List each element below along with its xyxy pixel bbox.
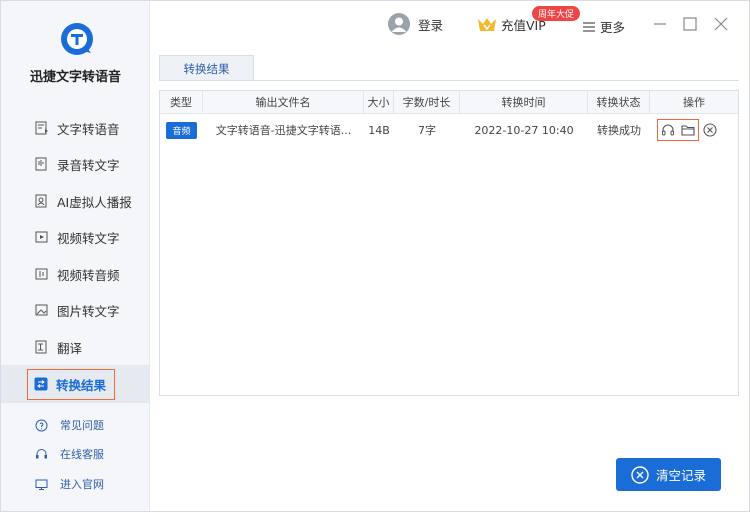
sidebar-item-label: AI虚拟人播报: [57, 194, 132, 210]
column-header-time: 转换时间: [460, 91, 588, 114]
app-window: 迅捷文字转语音 文字转语音 录音转文字 AI虚拟人播报 视频转文字 视频转音频 …: [0, 0, 750, 512]
maximize-icon[interactable]: [683, 17, 697, 31]
promo-badge: 周年大促: [532, 6, 581, 21]
table-row[interactable]: 音频 文字转语音-迅捷文字转语... 14B 7字 2022-10-27 10:…: [160, 115, 738, 145]
sidebar-item-label: 录音转文字: [57, 157, 120, 173]
top-bar: 登录 充值VIP 周年大促 更多: [151, 1, 749, 49]
ai-avatar-icon: [35, 194, 47, 208]
sidebar-item-label: 文字转语音: [57, 121, 120, 137]
column-header-actions: 操作: [683, 96, 705, 109]
actions-cell: [650, 119, 738, 141]
sidebar-item-results-highlight: 转换结果: [27, 368, 116, 400]
sidebar-item-recording-to-text[interactable]: 录音转文字: [1, 147, 150, 181]
video-to-audio-icon: [35, 268, 48, 280]
delete-icon[interactable]: [703, 123, 717, 137]
help-item-label: 常见问题: [60, 419, 104, 432]
sidebar-item-text-to-speech[interactable]: 文字转语音: [1, 111, 150, 145]
text-to-speech-icon: [35, 121, 48, 135]
sidebar-item-video-to-text[interactable]: 视频转文字: [1, 220, 150, 254]
actions-highlight: [657, 119, 699, 141]
type-badge: 音频: [166, 121, 197, 139]
help-website-link[interactable]: 进入官网: [35, 476, 104, 492]
sidebar-item-label: 视频转文字: [57, 230, 120, 246]
count-cell: 7字: [418, 124, 436, 137]
tab-underline: [159, 80, 739, 81]
column-header-type: 类型: [160, 91, 203, 114]
column-header-count: 字数/时长: [394, 91, 460, 114]
help-faq-link[interactable]: 常见问题: [35, 417, 104, 433]
column-header-size: 大小: [364, 91, 394, 114]
tab-label: 转换结果: [183, 61, 230, 76]
clear-icon: [631, 465, 649, 484]
table-header: 类型 输出文件名 大小 字数/时长 转换时间 转换状态 操作: [160, 91, 738, 114]
sidebar: 迅捷文字转语音 文字转语音 录音转文字 AI虚拟人播报 视频转文字 视频转音频 …: [1, 1, 150, 511]
crown-icon: [478, 17, 496, 31]
filename-cell: 文字转语音-迅捷文字转语...: [215, 124, 352, 137]
sidebar-item-results[interactable]: 转换结果: [1, 365, 150, 403]
help-support-link[interactable]: 在线客服: [35, 446, 104, 462]
status-cell: 转换成功: [597, 124, 641, 137]
app-logo-icon: [61, 23, 93, 55]
headset-icon: [36, 448, 47, 458]
login-label: 登录: [418, 17, 444, 33]
help-item-label: 在线客服: [60, 448, 104, 461]
menu-icon: [583, 21, 595, 32]
sidebar-item-image-to-text[interactable]: 图片转文字: [1, 293, 150, 327]
size-cell: 14B: [368, 123, 390, 137]
column-header-filename: 输出文件名: [203, 91, 364, 114]
help-item-label: 进入官网: [60, 478, 104, 491]
play-audio-icon[interactable]: [661, 123, 675, 137]
more-menu-button[interactable]: 更多: [583, 17, 625, 36]
results-table: 类型 输出文件名 大小 字数/时长 转换时间 转换状态 操作 音频 文字转语音-…: [159, 90, 739, 396]
clear-records-button[interactable]: 清空记录: [616, 458, 721, 491]
column-header-status: 转换状态: [588, 91, 650, 114]
tab-results[interactable]: 转换结果: [159, 55, 254, 81]
minimize-icon[interactable]: [653, 17, 667, 31]
sidebar-divider: [1, 401, 150, 402]
website-icon: [35, 479, 48, 490]
translate-icon: [35, 340, 47, 354]
type-cell: 音频: [160, 121, 203, 139]
sidebar-item-label: 图片转文字: [57, 303, 120, 319]
results-icon: [34, 377, 48, 391]
sidebar-item-video-to-audio[interactable]: 视频转音频: [1, 257, 150, 291]
image-to-text-icon: [35, 304, 48, 316]
sidebar-item-translate[interactable]: 翻译: [1, 330, 150, 364]
sidebar-item-ai-avatar[interactable]: AI虚拟人播报: [1, 184, 150, 218]
sidebar-item-label: 视频转音频: [57, 267, 120, 283]
clear-records-label: 清空记录: [655, 468, 706, 483]
recording-to-text-icon: [35, 157, 47, 171]
question-icon: [35, 419, 48, 431]
video-to-text-icon: [35, 231, 48, 243]
more-label: 更多: [600, 20, 626, 35]
app-name: 迅捷文字转语音: [29, 70, 121, 85]
avatar: [388, 13, 410, 35]
sidebar-item-label: 转换结果: [56, 377, 107, 393]
user-icon: [391, 17, 407, 32]
sidebar-item-label: 翻译: [57, 340, 83, 356]
login-button[interactable]: 登录: [388, 13, 443, 35]
time-cell: 2022-10-27 10:40: [474, 123, 574, 137]
close-icon[interactable]: [714, 17, 728, 31]
open-folder-icon[interactable]: [681, 123, 695, 137]
